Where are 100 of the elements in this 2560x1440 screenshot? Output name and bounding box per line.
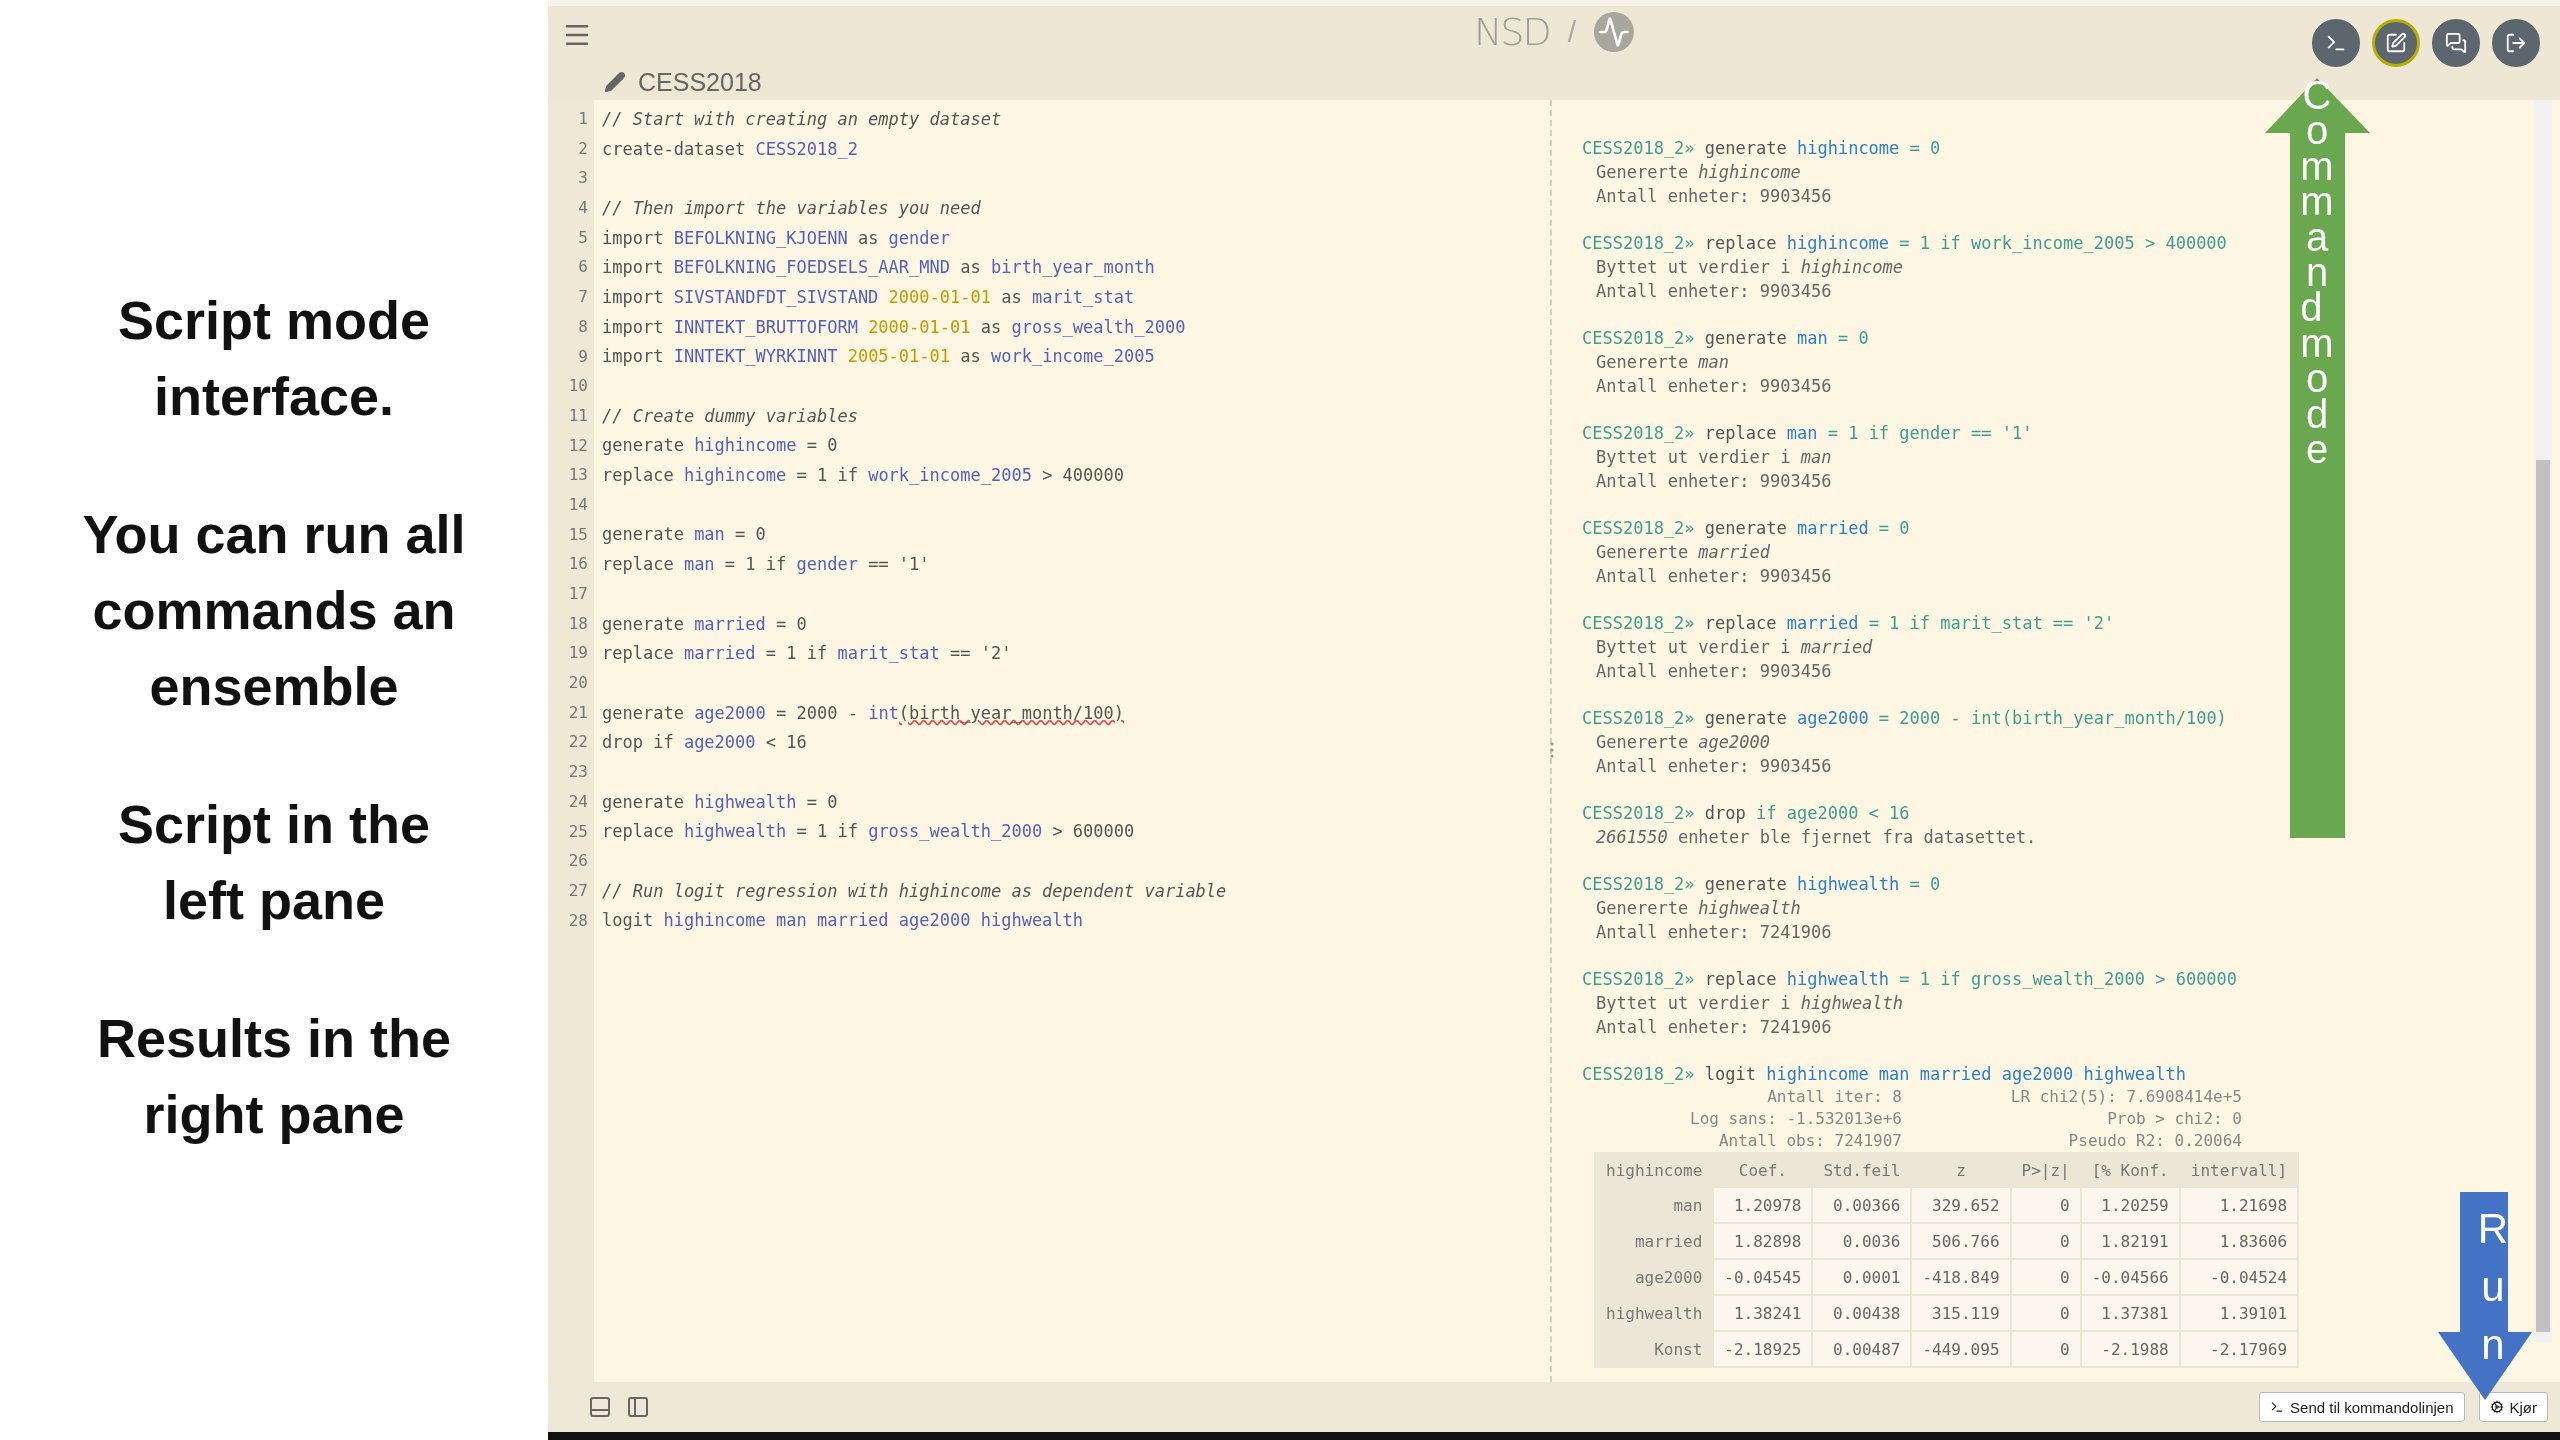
gear-icon [2489,1400,2504,1414]
chat-icon [2445,32,2467,54]
edit-icon [2385,32,2407,54]
code-line: import INNTEKT_WYRKINNT 2005-01-01 as work_income_2005 [602,346,1155,367]
output-message: Byttet ut verdier i highwealth [1595,992,1904,1015]
scrollbar[interactable] [2534,100,2552,1342]
code-line: create-dataset CESS2018_2 [602,138,858,159]
code-line: import BEFOLKNING_FOEDSELS_AAR_MND as birth_year_month [602,257,1155,278]
output-message: Antall enheter: 9903456 [1595,470,1832,493]
regression-stat: Pseudo R2: 0.20064 [2067,1130,2242,1152]
code-line: generate age2000 = 2000 - int(birth_year_month/100) [602,702,1125,723]
table-cell: -2.18925 [1714,1332,1812,1366]
column-header: Std.feil [1822,1159,1902,1182]
line-number: 19 [567,642,589,665]
table-cell: 329.652 [1912,1188,2010,1222]
table-cell: 0.00366 [1813,1188,1911,1222]
column-header: Coef. [1737,1159,1788,1182]
chat-mode-button[interactable] [2432,19,2480,67]
annotation-label: Command mode [2299,78,2335,468]
output-command: CESS2018_2» generate highwealth = 0 [1582,873,1941,896]
code-line: import INNTEKT_BRUTTOFORM 2000-01-01 as gross_wealth_2000 [602,316,1186,337]
line-number: 15 [567,523,589,546]
code-comment: // Then import the variables you need [602,197,981,218]
code-line: logit highincome man married age2000 highwealth [602,910,1084,931]
code-line: replace highwealth = 1 if gross_wealth_2000 > 600000 [602,821,1135,842]
table-cell: -0.04545 [1714,1260,1812,1294]
table-cell: 0.0001 [1813,1260,1911,1294]
code-comment: // Create dummy variables [602,405,858,426]
output-message: Antall enheter: 7241906 [1595,921,1832,944]
output-command: CESS2018_2» logit highincome man married age2000 highwealth [1582,1063,2186,1086]
run-button[interactable]: Kjør [2478,1392,2548,1422]
table-cell: 1.83606 [2180,1224,2298,1258]
code-line: generate married = 0 [602,613,807,634]
send-to-command-line-button[interactable]: Send til kommandolinjen [2259,1392,2465,1422]
table-cell: 0.00487 [1813,1332,1911,1366]
grip-icon[interactable] [1548,740,1556,760]
output-message: Genererte age2000 [1595,731,1770,754]
line-number: 8 [577,315,589,338]
column-header: z [1955,1159,1967,1182]
table-cell: 1.20259 [2081,1188,2179,1222]
line-number: 22 [567,731,589,754]
column-header: highincome [1605,1159,1704,1182]
edit-mode-button[interactable] [2372,19,2420,67]
left-panel-icon[interactable] [626,1395,650,1419]
output-message: Antall enheter: 9903456 [1595,280,1832,303]
line-number: 7 [577,286,589,309]
line-number: 10 [567,375,589,398]
terminal-mode-button[interactable] [2312,19,2360,67]
table-cell: 0.00438 [1813,1296,1911,1330]
regression-stat: Prob > chi2: 0 [2106,1108,2242,1130]
table-cell: 1.82898 [1714,1224,1812,1258]
code-line: replace married = 1 if marit_stat == '2' [602,643,1012,664]
code-line: generate highwealth = 0 [602,791,838,812]
table-cell: -0.04566 [2081,1260,2179,1294]
output-message: Byttet ut verdier i highincome [1595,256,1904,279]
output-message: Antall enheter: 9903456 [1595,565,1832,588]
table-cell: 506.766 [1912,1224,2010,1258]
output-command: CESS2018_2» replace married = 1 if marit_stat == '2' [1582,612,2115,635]
code-line: import BEFOLKNING_KJOENN as gender [602,227,951,248]
line-number: 5 [577,226,589,249]
regression-stat: Antall iter: 8 [1766,1086,1902,1108]
line-number: 11 [567,404,589,427]
code-line: import SIVSTANDFDT_SIVSTAND 2000-01-01 as marit_stat [602,286,1135,307]
line-number: 9 [577,345,589,368]
logout-mode-button[interactable] [2492,19,2540,67]
output-message: Antall enheter: 9903456 [1595,375,1832,398]
line-number: 28 [567,909,589,932]
output-command: CESS2018_2» replace man = 1 if gender == '1' [1582,422,2033,445]
logout-icon [2505,32,2527,54]
line-number: 16 [567,553,589,576]
bottom-panel-icon[interactable] [588,1395,612,1419]
output-message: Genererte married [1595,541,1770,564]
line-number: 24 [567,790,589,813]
line-number: 14 [567,493,589,516]
code-comment: // Run logit regression with highincome as dependent variable [602,880,1227,901]
regression-stat: Log sans: -1.532013e+6 [1689,1108,1902,1130]
line-number: 3 [577,167,589,190]
code-line: drop if age2000 < 16 [602,732,807,753]
table-cell: 1.21698 [2180,1188,2298,1222]
slide-caption: Script mode interface. [116,289,432,428]
line-number: 4 [577,197,589,220]
line-number: 18 [567,612,589,635]
line-number: 20 [567,672,589,695]
output-command: CESS2018_2» generate man = 0 [1582,327,1869,350]
code-line: replace highincome = 1 if work_income_2005 > 400000 [602,465,1125,486]
logo-separator: / [1567,15,1577,49]
column-header: [% Konf. [2090,1159,2170,1182]
regression-stat: Antall obs: 7241907 [1717,1130,1902,1152]
table-cell: 315.119 [1912,1296,2010,1330]
table-cell: 0.0036 [1813,1224,1911,1258]
line-number: 21 [567,701,589,724]
table-cell: -0.04524 [2180,1260,2298,1294]
row-header: married [1633,1230,1704,1253]
terminal-icon [2270,1400,2285,1414]
row-header: man [1672,1194,1704,1217]
row-header: age2000 [1633,1266,1704,1289]
output-command: CESS2018_2» generate married = 0 [1582,517,1910,540]
column-header: intervall] [2189,1159,2289,1182]
output-command: CESS2018_2» replace highwealth = 1 if gross_wealth_2000 > 600000 [1582,968,2238,991]
line-number: 1 [577,108,589,130]
